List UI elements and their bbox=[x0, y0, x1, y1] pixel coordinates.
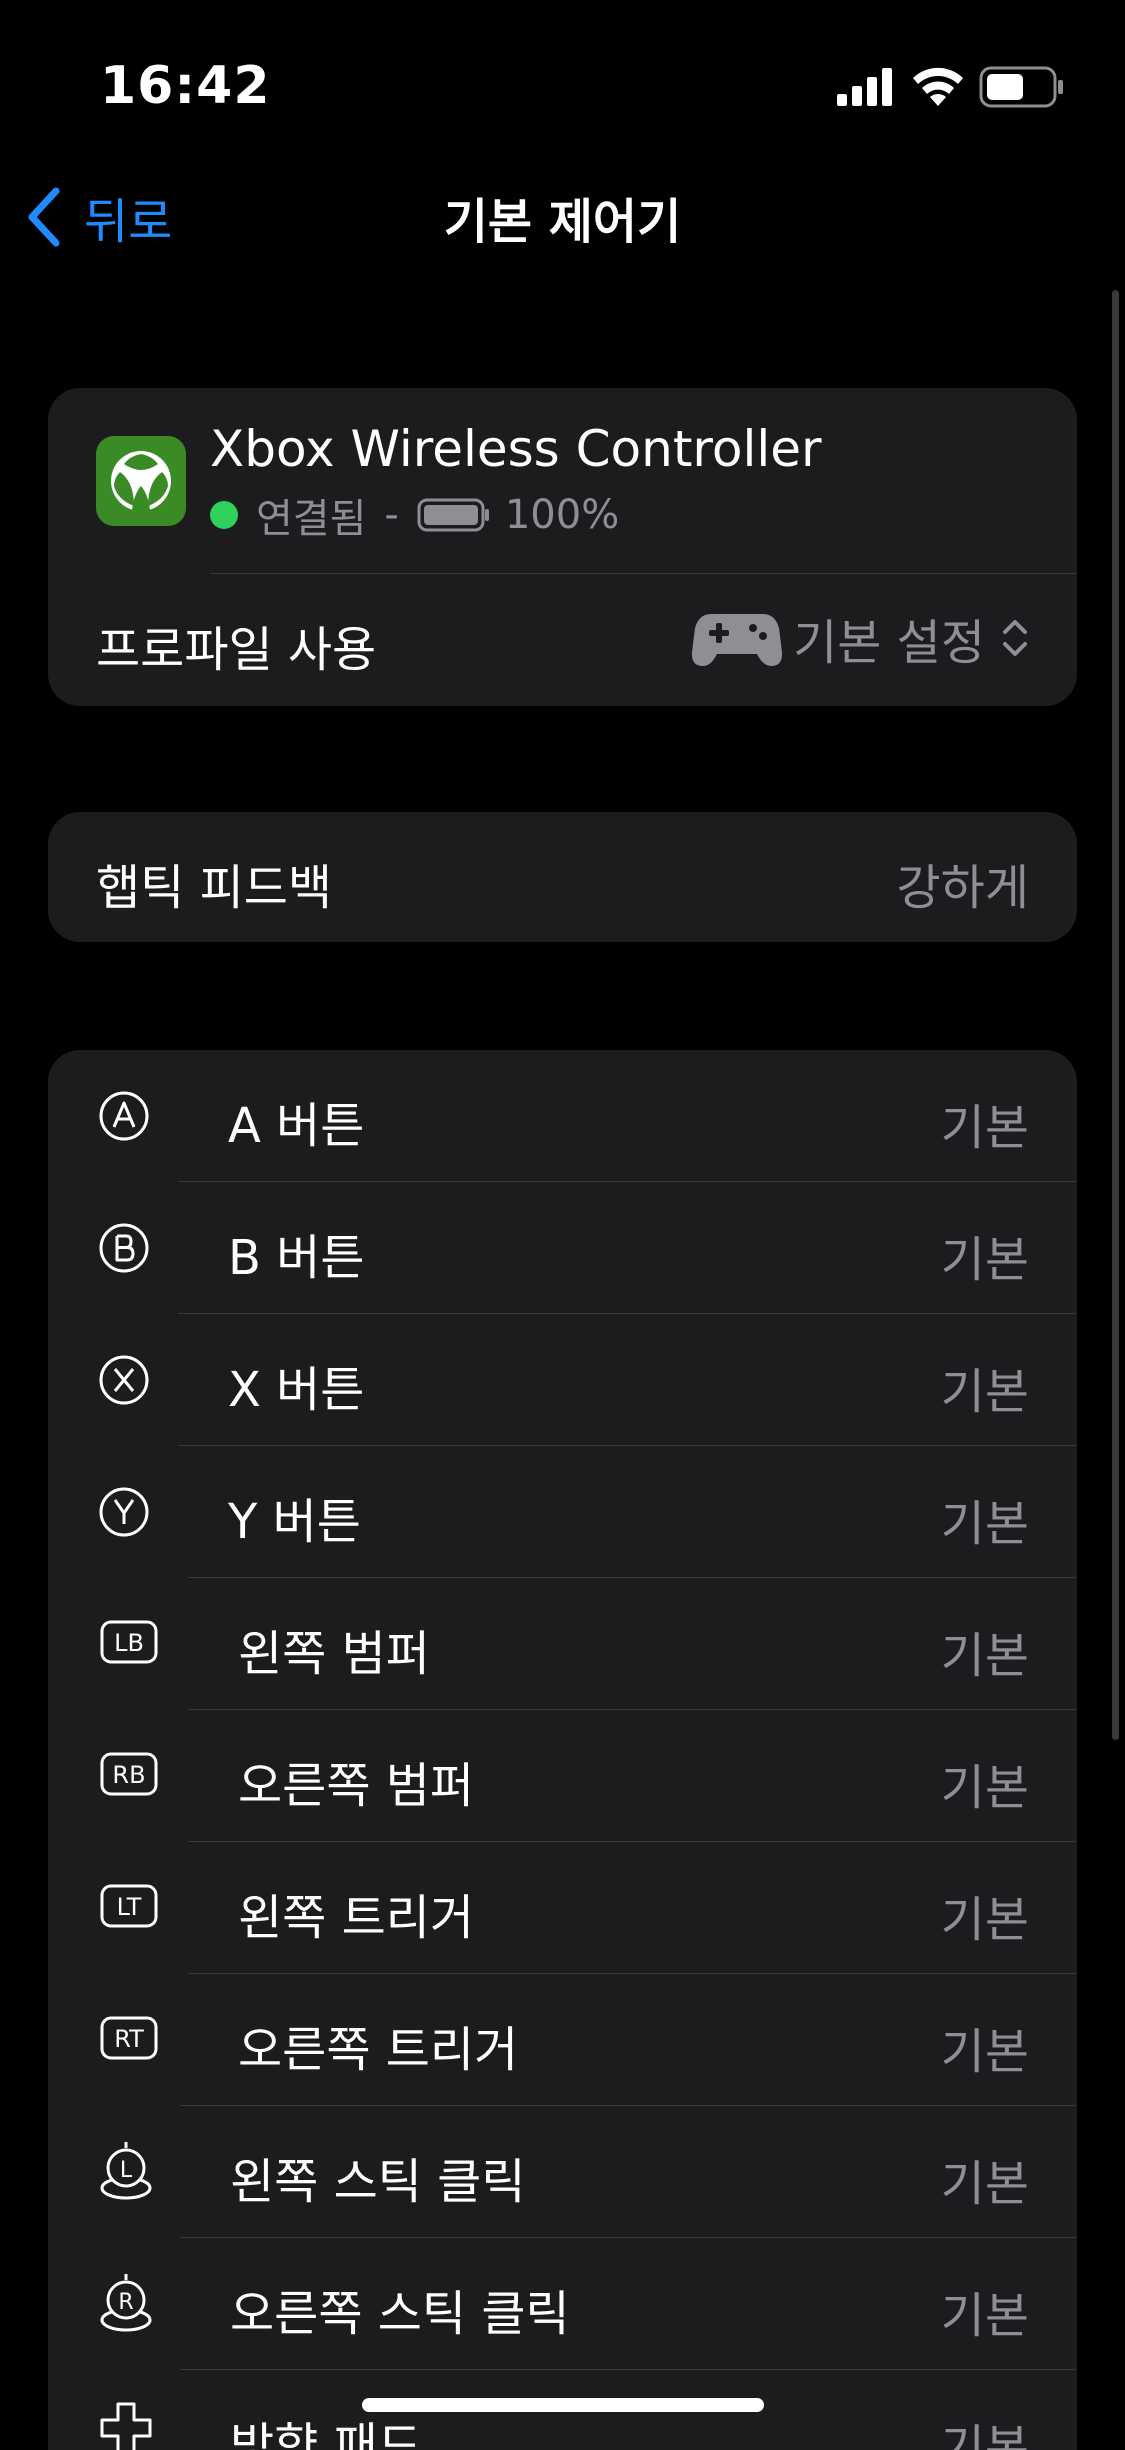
button-row-a[interactable]: A 버튼 기본 bbox=[48, 1050, 1077, 1182]
button-value: 기본 bbox=[940, 2420, 1029, 2450]
button-label: 오른쪽 스틱 클릭 bbox=[230, 2286, 570, 2342]
button-value: 기본 bbox=[940, 1628, 1029, 1684]
button-label: 오른쪽 범퍼 bbox=[238, 1758, 475, 1814]
button-row-x[interactable]: X 버튼 기본 bbox=[48, 1314, 1077, 1446]
gamepad-icon bbox=[692, 614, 783, 666]
connected-dot-icon bbox=[210, 501, 238, 529]
button-value: 기본 bbox=[940, 1760, 1029, 1816]
y-button-icon bbox=[99, 1487, 149, 1537]
wifi-icon bbox=[913, 67, 963, 106]
button-label: X 버튼 bbox=[228, 1362, 365, 1418]
home-indicator[interactable] bbox=[362, 2398, 764, 2412]
haptic-card: 햅틱 피드백 강하게 bbox=[48, 812, 1077, 942]
button-value: 기본 bbox=[940, 1232, 1029, 1288]
profile-value: 기본 설정 bbox=[793, 615, 985, 671]
button-row-lt[interactable]: LT 왼쪽 트리거 기본 bbox=[48, 1842, 1077, 1974]
button-value: 기본 bbox=[940, 1364, 1029, 1420]
controller-name: Xbox Wireless Controller bbox=[210, 420, 822, 478]
haptic-feedback-row[interactable]: 햅틱 피드백 강하게 bbox=[48, 812, 1077, 942]
svg-text:R: R bbox=[118, 2290, 133, 2315]
left-bumper-icon: LB bbox=[100, 1620, 158, 1664]
button-label: 왼쪽 스틱 클릭 bbox=[230, 2154, 526, 2210]
chevron-up-down-icon bbox=[1003, 620, 1027, 656]
button-row-b[interactable]: B 버튼 기본 bbox=[48, 1182, 1077, 1314]
button-mapping-list: A 버튼 기본 B 버튼 기본 X 버튼 기본 Y 버튼 기본 LB 왼쪽 범퍼… bbox=[48, 1050, 1077, 2450]
button-label: B 버튼 bbox=[228, 1230, 365, 1286]
profile-label: 프로파일 사용 bbox=[96, 622, 377, 678]
page-title: 기본 제어기 bbox=[443, 194, 682, 250]
right-trigger-icon: RT bbox=[100, 2016, 158, 2060]
controller-battery-icon bbox=[417, 498, 489, 532]
haptic-label: 햅틱 피드백 bbox=[96, 860, 333, 916]
left-trigger-icon: LT bbox=[100, 1884, 158, 1928]
button-value: 기본 bbox=[940, 1100, 1029, 1156]
xbox-logo-icon bbox=[96, 436, 186, 526]
svg-text:LT: LT bbox=[117, 1893, 142, 1921]
svg-text:LB: LB bbox=[114, 1629, 144, 1657]
button-value: 기본 bbox=[940, 1892, 1029, 1948]
button-value: 기본 bbox=[940, 1496, 1029, 1552]
cellular-signal-icon bbox=[837, 68, 892, 106]
dpad-icon bbox=[100, 2402, 152, 2450]
right-bumper-icon: RB bbox=[100, 1752, 158, 1796]
a-button-icon bbox=[99, 1091, 149, 1141]
right-stick-icon: R bbox=[100, 2274, 152, 2332]
status-time: 16:42 bbox=[100, 56, 271, 116]
button-value: 기본 bbox=[940, 2156, 1029, 2212]
profile-row[interactable]: 프로파일 사용 기본 설정 bbox=[48, 574, 1077, 706]
button-label: A 버튼 bbox=[228, 1098, 365, 1154]
button-label: 왼쪽 범퍼 bbox=[238, 1626, 430, 1682]
button-label: Y 버튼 bbox=[228, 1494, 361, 1550]
controller-card: Xbox Wireless Controller 연결됨 - 100% 프로파일… bbox=[48, 388, 1077, 706]
controller-battery-level: 100% bbox=[504, 492, 620, 538]
scroll-indicator[interactable] bbox=[1112, 290, 1119, 1740]
button-row-left-stick[interactable]: L 왼쪽 스틱 클릭 기본 bbox=[48, 2106, 1077, 2238]
button-label: 방향 패드 bbox=[230, 2418, 422, 2450]
status-bar: 16:42 bbox=[0, 0, 1125, 150]
button-value: 기본 bbox=[940, 2024, 1029, 2080]
button-value: 기본 bbox=[940, 2288, 1029, 2344]
haptic-value: 강하게 bbox=[896, 860, 1029, 916]
svg-text:L: L bbox=[120, 2158, 133, 2183]
button-label: 오른쪽 트리거 bbox=[238, 2022, 519, 2078]
svg-text:RT: RT bbox=[114, 2025, 144, 2053]
svg-text:RB: RB bbox=[112, 1761, 145, 1789]
button-row-y[interactable]: Y 버튼 기본 bbox=[48, 1446, 1077, 1578]
button-label: 왼쪽 트리거 bbox=[238, 1890, 475, 1946]
controller-status: 연결됨 - 100% bbox=[210, 490, 620, 542]
b-button-icon bbox=[99, 1223, 149, 1273]
battery-icon bbox=[979, 66, 1063, 108]
x-button-icon bbox=[99, 1355, 149, 1405]
navigation-bar: 뒤로 기본 제어기 bbox=[0, 160, 1125, 270]
connection-status: 연결됨 bbox=[256, 496, 367, 542]
profile-picker[interactable]: 기본 설정 bbox=[691, 608, 1029, 671]
button-row-lb[interactable]: LB 왼쪽 범퍼 기본 bbox=[48, 1578, 1077, 1710]
button-row-rt[interactable]: RT 오른쪽 트리거 기본 bbox=[48, 1974, 1077, 2106]
button-row-right-stick[interactable]: R 오른쪽 스틱 클릭 기본 bbox=[48, 2238, 1077, 2370]
status-separator: - bbox=[384, 492, 399, 538]
left-stick-icon: L bbox=[100, 2142, 152, 2200]
button-row-rb[interactable]: RB 오른쪽 범퍼 기본 bbox=[48, 1710, 1077, 1842]
